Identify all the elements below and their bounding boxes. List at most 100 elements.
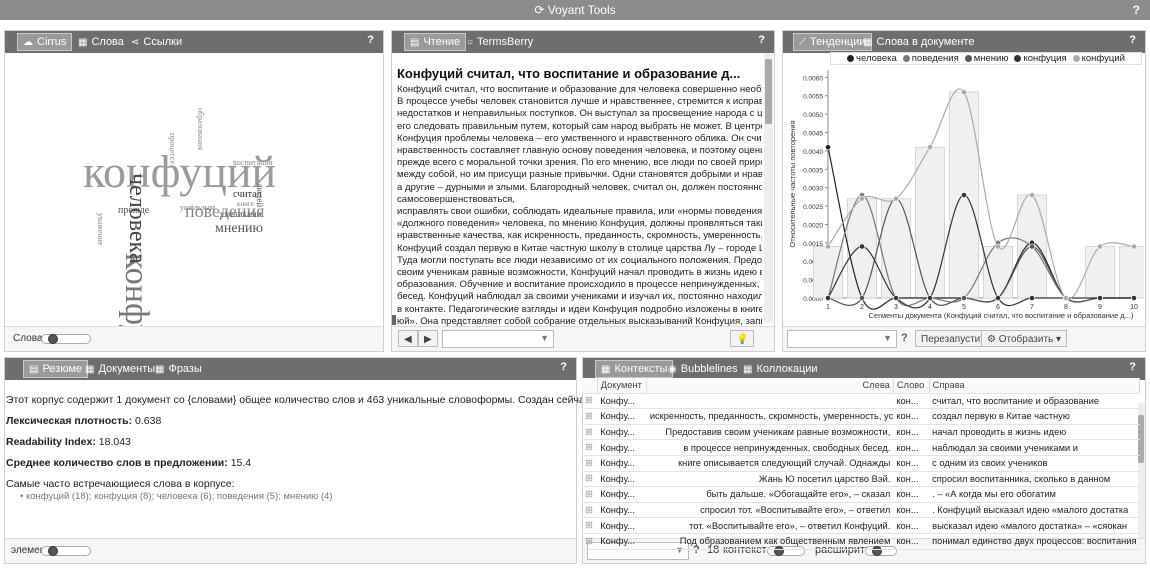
expand-toggle-icon[interactable]: ⊞	[582, 393, 598, 410]
cloud-word[interactable]: воспитания	[233, 158, 272, 167]
data-point[interactable]	[859, 243, 865, 250]
app-help-button[interactable]: ?	[1133, 0, 1140, 20]
data-point[interactable]	[1029, 295, 1035, 301]
cloud-word[interactable]: мнению	[215, 221, 263, 237]
document-select[interactable]: ▼	[442, 330, 554, 348]
expand-toggle-icon[interactable]: ⊞	[582, 471, 598, 488]
data-point[interactable]	[961, 295, 967, 301]
items-slider[interactable]	[41, 546, 91, 556]
terms-slider[interactable]	[41, 334, 91, 344]
table-row[interactable]: ⊞ Конфу... тот. «Воспитывайте его», – отве…	[582, 517, 1140, 534]
expand-toggle-icon[interactable]: ⊞	[582, 533, 598, 550]
table-row[interactable]: ⊞ Конфу... в процессе непринужденных, своб…	[582, 439, 1140, 456]
reader-scroll-thumb[interactable]	[765, 59, 772, 124]
column-header-document[interactable]: Документ	[597, 378, 648, 394]
table-row[interactable]: ⊞ Конфу... Жань Ю посетил царство Вэй. кон.…	[582, 471, 1140, 488]
tab-phrases[interactable]: ▦ Фразы	[155, 361, 202, 377]
legend-item[interactable]: конфуция	[1014, 53, 1067, 64]
cloud-word[interactable]: учениками	[220, 209, 261, 219]
chart-bar[interactable]	[1118, 246, 1144, 299]
cloud-word[interactable]: ушёльзым	[180, 203, 215, 212]
slider-knob[interactable]	[48, 546, 58, 556]
data-point[interactable]	[995, 243, 1001, 250]
tab-reading[interactable]: ▤ Чтение	[404, 33, 467, 51]
chart-bar[interactable]	[914, 146, 946, 299]
terms-select[interactable]: ▼	[787, 330, 897, 348]
table-row[interactable]: ⊞ Конфу... книге описывается следующий слу…	[582, 455, 1140, 472]
data-point[interactable]	[927, 295, 933, 301]
legend-item[interactable]: конфуций	[1072, 53, 1125, 64]
expand-toggle-icon[interactable]: ⊞	[582, 408, 598, 425]
tab-collocations[interactable]: ▦ Коллокации	[743, 361, 818, 377]
trends-help-button[interactable]: ?	[1129, 34, 1136, 46]
frequent-words-list[interactable]: • конфуций (18); конфуция (8); человека …	[6, 491, 593, 502]
tab-contexts[interactable]: ▦ Контексты	[595, 360, 674, 378]
contexts-help-button[interactable]: ?	[1129, 361, 1136, 373]
data-point[interactable]	[825, 144, 831, 151]
table-row[interactable]: ⊞ Конфу... искренность, преданность, скром…	[582, 408, 1140, 425]
column-header-left[interactable]: Слева	[646, 378, 894, 394]
expand-toggle-icon[interactable]: ⊞	[582, 455, 598, 472]
table-row[interactable]: ⊞ Конфу... Предоставив своим ученикам равн…	[582, 424, 1140, 441]
next-button[interactable]: ▶	[418, 330, 438, 347]
expand-toggle-icon[interactable]: ⊞	[582, 439, 598, 456]
cloud-word[interactable]: людей	[255, 183, 265, 207]
cloud-word[interactable]: книге	[237, 200, 254, 208]
display-button[interactable]: ⚙ Отобразить ▾	[981, 330, 1068, 347]
data-point[interactable]	[859, 195, 865, 202]
data-point[interactable]	[1097, 243, 1103, 250]
column-header-word[interactable]: Слово	[893, 378, 930, 394]
expand-toggle-icon[interactable]: ⊞	[582, 502, 598, 519]
data-point[interactable]	[1131, 243, 1137, 250]
data-point[interactable]	[825, 243, 831, 250]
data-point[interactable]	[961, 89, 967, 95]
reader-help-button[interactable]: ?	[758, 34, 765, 46]
table-row[interactable]: ⊞ Конфу... Под образованием как общественн…	[582, 533, 1140, 550]
lightbulb-button[interactable]: 💡	[730, 330, 755, 347]
slider-knob[interactable]	[48, 334, 58, 344]
tab-summary[interactable]: ▤ Резюме	[23, 360, 89, 378]
data-point[interactable]	[1063, 295, 1069, 301]
data-point[interactable]	[995, 295, 1001, 301]
tab-trends[interactable]: ⟋ Тенденции	[793, 33, 872, 51]
cloud-word[interactable]: процессе	[168, 133, 177, 164]
legend-item[interactable]: поведения	[902, 53, 959, 64]
chart-bar[interactable]	[812, 246, 844, 299]
chart-bar[interactable]	[1084, 246, 1116, 299]
summary-help-button[interactable]: ?	[560, 361, 567, 373]
terms-help-button[interactable]: ?	[901, 332, 908, 344]
tab-words-in-document[interactable]: ▦ Слова в документе	[863, 34, 975, 50]
cloud-word[interactable]: образования	[196, 108, 205, 150]
data-point[interactable]	[927, 144, 933, 151]
expand-toggle-icon[interactable]: ⊞	[582, 517, 598, 534]
data-point[interactable]	[961, 192, 967, 198]
cirrus-help-button[interactable]: ?	[367, 34, 374, 46]
expand-toggle-icon[interactable]: ⊞	[582, 424, 598, 441]
legend-item[interactable]: человека	[847, 53, 897, 64]
data-point[interactable]	[1029, 192, 1035, 198]
data-point[interactable]	[893, 295, 899, 301]
data-point[interactable]	[859, 295, 865, 301]
tab-cirrus[interactable]: ☁ Cirrus	[17, 33, 73, 51]
table-row[interactable]: ⊞ Конфу... кон... считал, что воспитание и …	[582, 393, 1140, 410]
tab-termsberry[interactable]: ○ TermsBerry	[467, 34, 533, 50]
tab-links[interactable]: ⋖ Ссылки	[131, 34, 182, 50]
data-point[interactable]	[825, 295, 831, 301]
table-row[interactable]: ⊞ Конфу... спросил тот. «Воспитывайте его»…	[582, 502, 1140, 519]
prev-button[interactable]: ◀	[398, 330, 418, 347]
cloud-word[interactable]: прежде	[118, 205, 149, 216]
column-header-right[interactable]: Справа	[929, 378, 1141, 394]
reader-scrollbar[interactable]	[764, 53, 773, 323]
legend-item[interactable]: мнению	[964, 53, 1008, 64]
tab-bubblelines[interactable]: ◉ Bubblelines	[668, 361, 738, 377]
tab-words[interactable]: ▦ Слова	[78, 34, 124, 50]
data-point[interactable]	[893, 195, 899, 202]
expand-toggle-icon[interactable]: ⊞	[582, 486, 598, 503]
tab-documents[interactable]: ▦ Документы	[85, 361, 155, 377]
table-row[interactable]: ⊞ Конфу... быть дальше. «Обогащайте его», …	[582, 486, 1140, 503]
chart-bar[interactable]	[982, 246, 1014, 299]
data-point[interactable]	[1131, 295, 1137, 301]
data-point[interactable]	[1029, 243, 1035, 250]
data-point[interactable]	[1097, 295, 1103, 301]
cloud-word[interactable]: человека	[123, 173, 150, 264]
